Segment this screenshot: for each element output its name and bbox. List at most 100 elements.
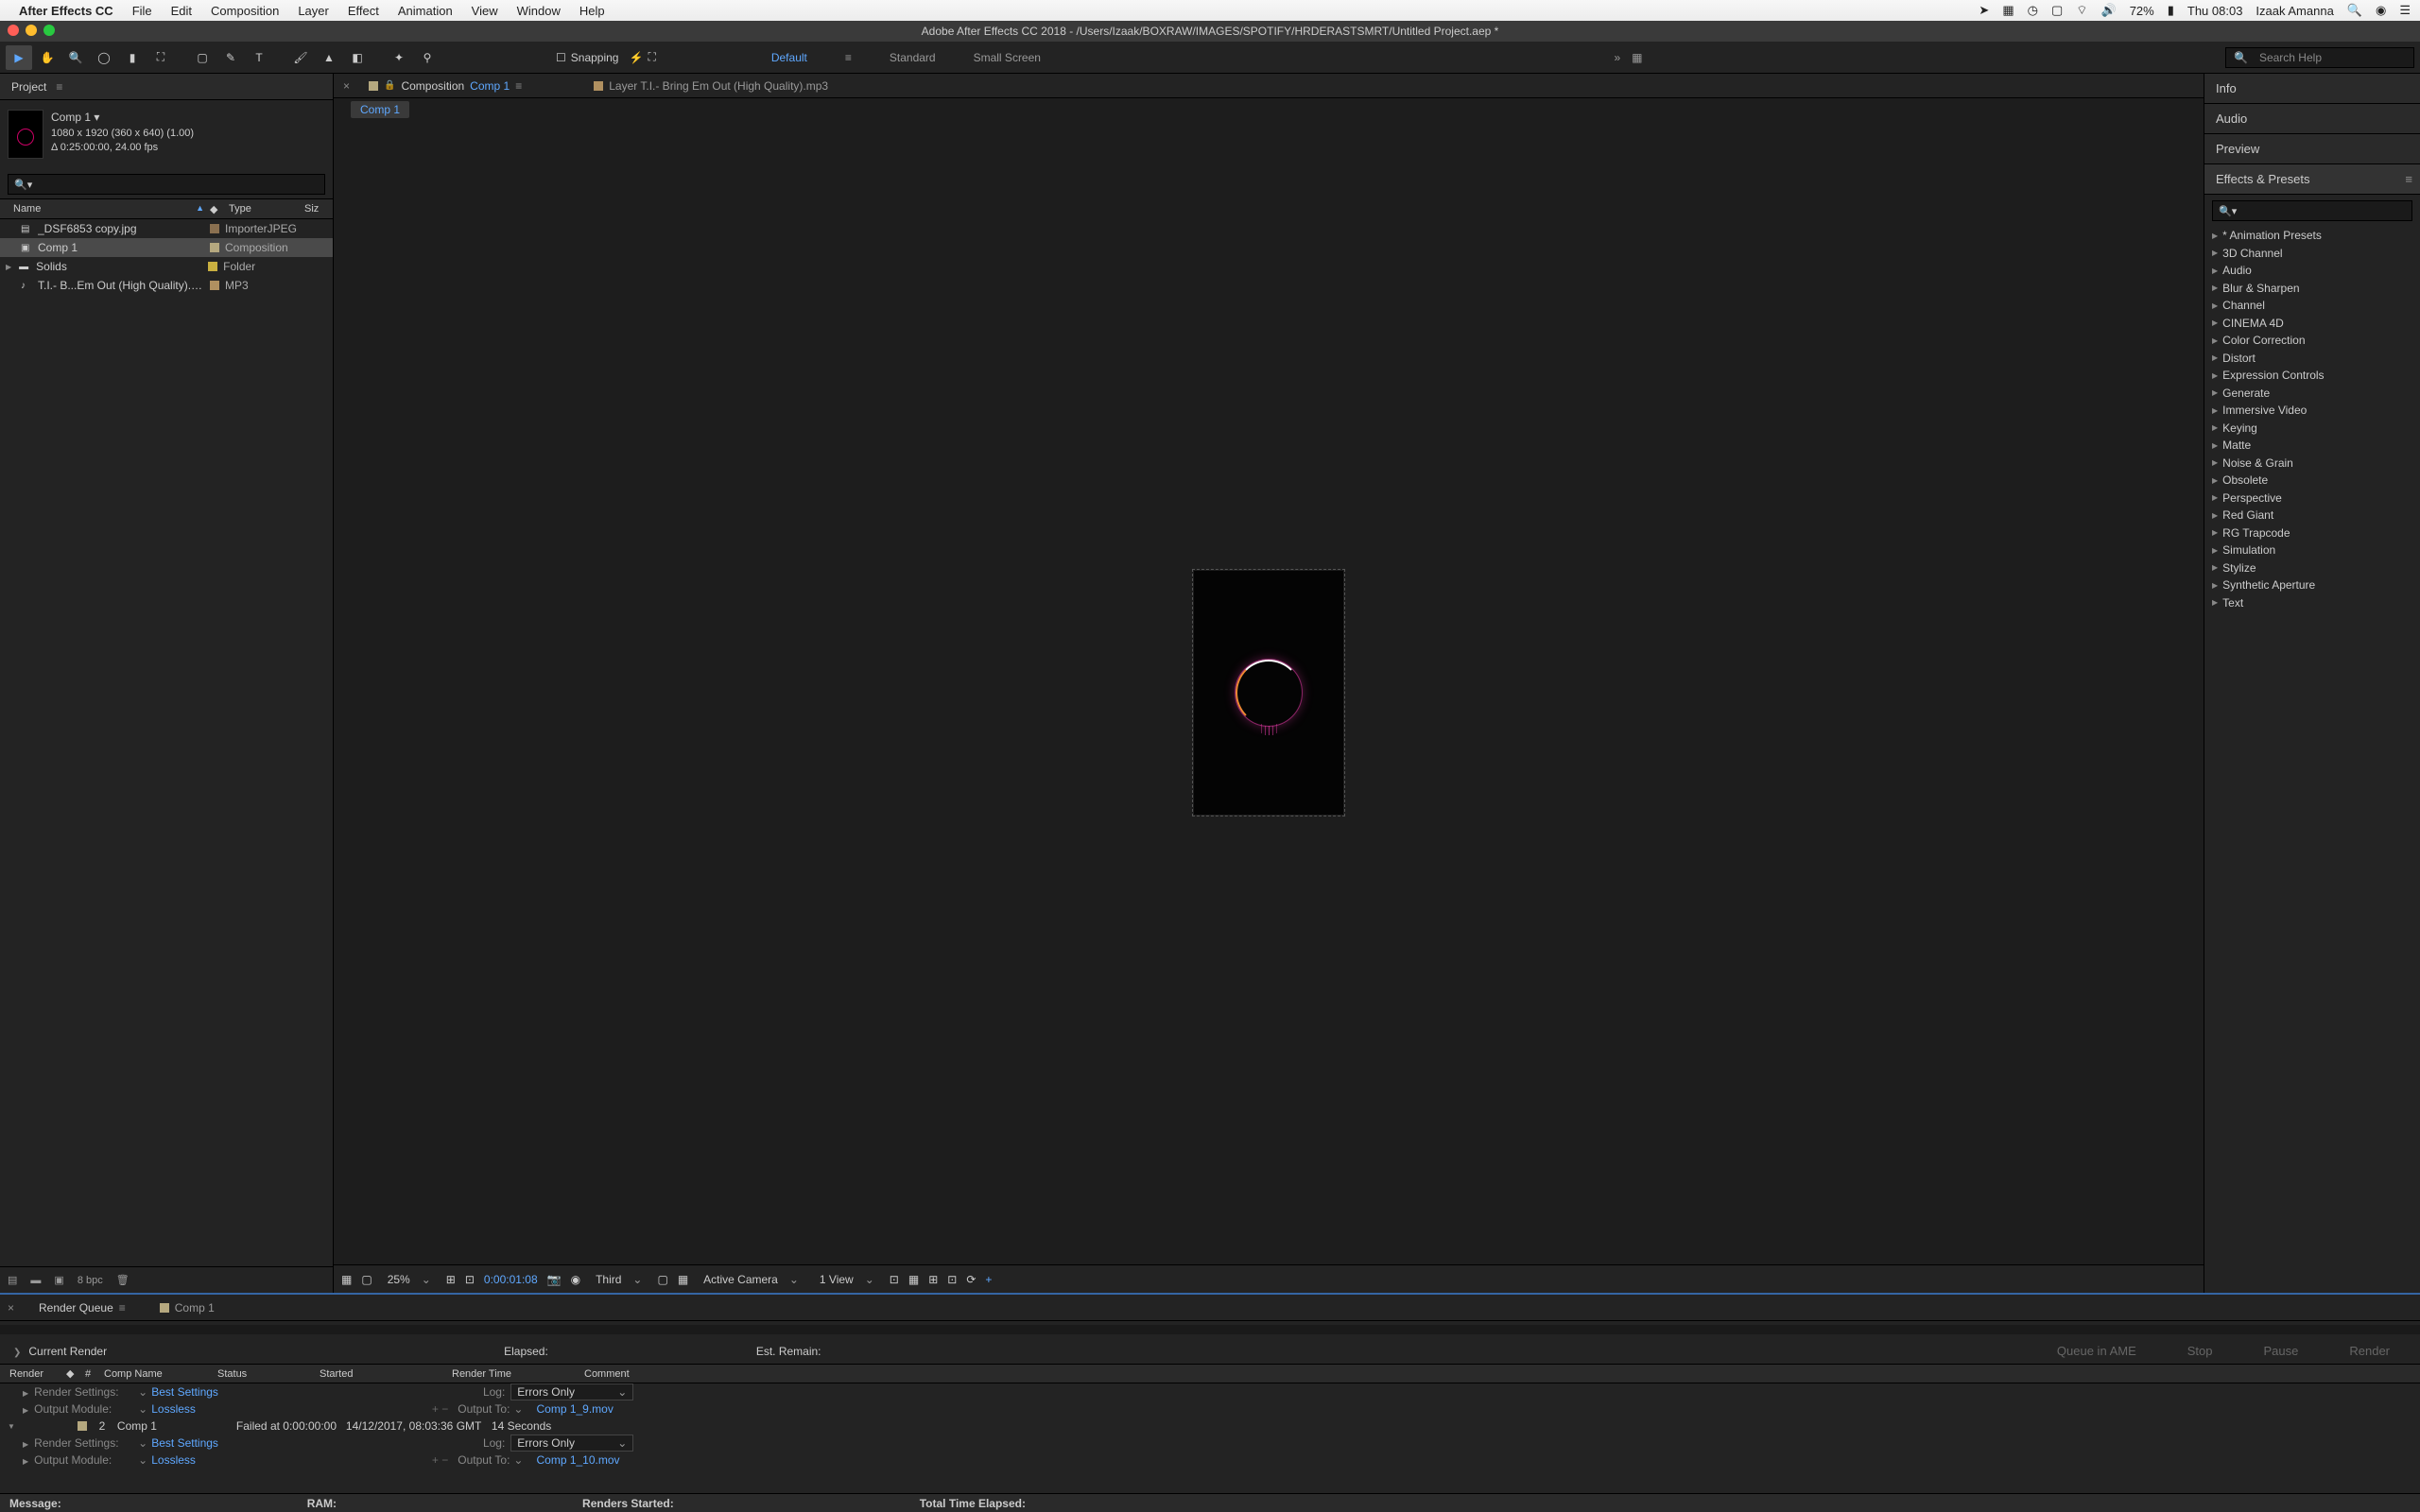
view-opt3-icon[interactable]: ⊞ <box>928 1273 938 1286</box>
snapping-toggle[interactable]: ☐ Snapping ⚡ ⛶ <box>556 50 656 64</box>
effects-category[interactable]: Generate <box>2204 385 2420 403</box>
zoom-dropdown[interactable]: 25% <box>382 1273 437 1286</box>
composition-tab[interactable]: 🔒 Composition Comp 1 ≡ <box>361 79 529 93</box>
menu-edit[interactable]: Edit <box>171 4 192 18</box>
app-name[interactable]: After Effects CC <box>19 4 113 18</box>
minimize-window-button[interactable] <box>26 25 37 36</box>
comp-name[interactable]: Comp 1 ▾ <box>51 110 194 125</box>
menu-animation[interactable]: Animation <box>398 4 453 18</box>
folder-icon[interactable]: ▬ <box>30 1275 41 1286</box>
snap-opt-icon[interactable]: ⚡ <box>629 51 643 64</box>
panel-menu-icon[interactable]: ≡ <box>119 1301 126 1314</box>
snapshot-icon[interactable]: 📷 <box>547 1273 562 1286</box>
render-settings-row-2[interactable]: Render Settings: ⌄ Best Settings Log: Er… <box>0 1435 2420 1452</box>
pan-behind-tool[interactable]: ⛶ <box>147 45 174 70</box>
effects-category[interactable]: Red Giant <box>2204 507 2420 524</box>
log-dropdown-2[interactable]: Errors Only <box>510 1435 633 1452</box>
effects-category[interactable]: Keying <box>2204 420 2420 438</box>
effects-category[interactable]: Obsolete <box>2204 472 2420 490</box>
layer-tab[interactable]: Layer T.I.- Bring Em Out (High Quality).… <box>594 79 828 93</box>
current-render-toggle[interactable]: Current Render <box>13 1345 107 1358</box>
render-button[interactable]: Render <box>2328 1340 2411 1362</box>
project-item[interactable]: ▣Comp 1Composition <box>0 238 333 257</box>
roto-tool[interactable]: ✦ <box>386 45 412 70</box>
effects-category[interactable]: Distort <box>2204 350 2420 368</box>
comp-thumbnail[interactable] <box>8 110 43 159</box>
comp-icon[interactable]: ▣ <box>54 1274 63 1286</box>
effects-category[interactable]: Synthetic Aperture <box>2204 576 2420 594</box>
menu-help[interactable]: Help <box>579 4 605 18</box>
view-opt2-icon[interactable]: ▦ <box>908 1273 919 1286</box>
grid-icon[interactable]: ⊞ <box>446 1273 456 1286</box>
location-icon[interactable]: ➤ <box>1979 3 1989 18</box>
alpha-toggle-icon[interactable]: ▦ <box>341 1273 352 1286</box>
pen-tool[interactable]: ✎ <box>217 45 244 70</box>
guides-icon[interactable]: ⊡ <box>465 1273 475 1286</box>
eraser-tool[interactable]: ◧ <box>344 45 371 70</box>
menu-layer[interactable]: Layer <box>298 4 329 18</box>
app-tray-icon[interactable]: ▦ <box>2002 3 2014 18</box>
col-size-header[interactable]: Siz <box>304 203 333 215</box>
effects-category[interactable]: Channel <box>2204 297 2420 315</box>
effects-presets-tab[interactable]: Effects & Presets ≡ <box>2204 164 2420 195</box>
queue-ame-button[interactable]: Queue in AME <box>2036 1340 2157 1362</box>
airplay-icon[interactable]: ▢ <box>2051 3 2063 18</box>
output-module-row[interactable]: Output Module: ⌄ Lossless + − Output To:… <box>0 1400 2420 1418</box>
effects-category[interactable]: * Animation Presets <box>2204 227 2420 245</box>
project-item[interactable]: ▤_DSF6853 copy.jpgImporterJPEG <box>0 219 333 238</box>
menu-file[interactable]: File <box>132 4 152 18</box>
overflow-icon[interactable]: » <box>1614 51 1620 64</box>
pause-button[interactable]: Pause <box>2242 1340 2319 1362</box>
render-queue-tab[interactable]: Render Queue ≡ <box>29 1301 135 1314</box>
roi-icon[interactable]: ▢ <box>657 1273 667 1286</box>
channel-toggle-icon[interactable]: ▢ <box>361 1273 372 1286</box>
datetime[interactable]: Thu 08:03 <box>2187 4 2243 18</box>
effects-category[interactable]: 3D Channel <box>2204 245 2420 263</box>
log-dropdown[interactable]: Errors Only <box>510 1383 633 1400</box>
type-tool[interactable]: T <box>246 45 272 70</box>
transparency-icon[interactable]: ▦ <box>678 1273 688 1286</box>
effects-category[interactable]: Blur & Sharpen <box>2204 280 2420 298</box>
panel-toggle-icon[interactable]: ▦ <box>1632 51 1642 64</box>
effects-category[interactable]: Expression Controls <box>2204 367 2420 385</box>
close-window-button[interactable] <box>8 25 19 36</box>
resolution-dropdown[interactable]: Third <box>590 1273 648 1286</box>
col-name-header[interactable]: Name <box>0 203 210 215</box>
interpret-icon[interactable]: ▤ <box>8 1274 17 1286</box>
search-help-field[interactable]: 🔍 Search Help <box>2225 47 2414 68</box>
maximize-window-button[interactable] <box>43 25 55 36</box>
add-icon[interactable]: + <box>985 1273 992 1286</box>
effects-category[interactable]: Simulation <box>2204 541 2420 559</box>
orbit-tool[interactable]: ◯ <box>91 45 117 70</box>
project-search-input[interactable]: 🔍▾ <box>8 174 325 195</box>
project-panel-tab[interactable]: Project ≡ <box>0 74 333 100</box>
panel-menu-icon[interactable]: ≡ <box>56 80 62 94</box>
effects-category[interactable]: Noise & Grain <box>2204 455 2420 472</box>
project-item[interactable]: ▬SolidsFolder <box>0 257 333 276</box>
color-mgmt-icon[interactable]: ◉ <box>571 1273 580 1286</box>
project-item[interactable]: ♪T.I.- B...Em Out (High Quality).mp3MP3 <box>0 276 333 295</box>
effects-category[interactable]: CINEMA 4D <box>2204 315 2420 333</box>
stop-button[interactable]: Stop <box>2167 1340 2234 1362</box>
col-tag-header[interactable]: ◆ <box>210 203 229 215</box>
tab-close-icon[interactable]: × <box>339 79 354 93</box>
rectangle-tool[interactable]: ▢ <box>189 45 216 70</box>
preview-panel-tab[interactable]: Preview <box>2204 134 2420 164</box>
user-name[interactable]: Izaak Amanna <box>2256 4 2333 18</box>
effects-category[interactable]: Audio <box>2204 262 2420 280</box>
menu-view[interactable]: View <box>472 4 498 18</box>
snap-opt2-icon[interactable]: ⛶ <box>648 50 655 64</box>
spotlight-icon[interactable]: 🔍 <box>2347 3 2362 18</box>
effects-search-input[interactable]: 🔍▾ <box>2212 200 2412 221</box>
tab-menu-icon[interactable]: ≡ <box>515 79 522 93</box>
notifications-icon[interactable]: ☰ <box>2399 3 2411 18</box>
hand-tool[interactable]: ✋ <box>34 45 60 70</box>
effects-category[interactable]: Stylize <box>2204 559 2420 577</box>
menu-composition[interactable]: Composition <box>211 4 279 18</box>
effects-category[interactable]: Immersive Video <box>2204 402 2420 420</box>
view-opt4-icon[interactable]: ⊡ <box>947 1273 957 1286</box>
volume-icon[interactable]: 🔊 <box>2101 3 2117 18</box>
selection-tool[interactable]: ▶ <box>6 45 32 70</box>
render-settings-row[interactable]: Render Settings: ⌄ Best Settings Log: Er… <box>0 1383 2420 1400</box>
zoom-tool[interactable]: 🔍 <box>62 45 89 70</box>
